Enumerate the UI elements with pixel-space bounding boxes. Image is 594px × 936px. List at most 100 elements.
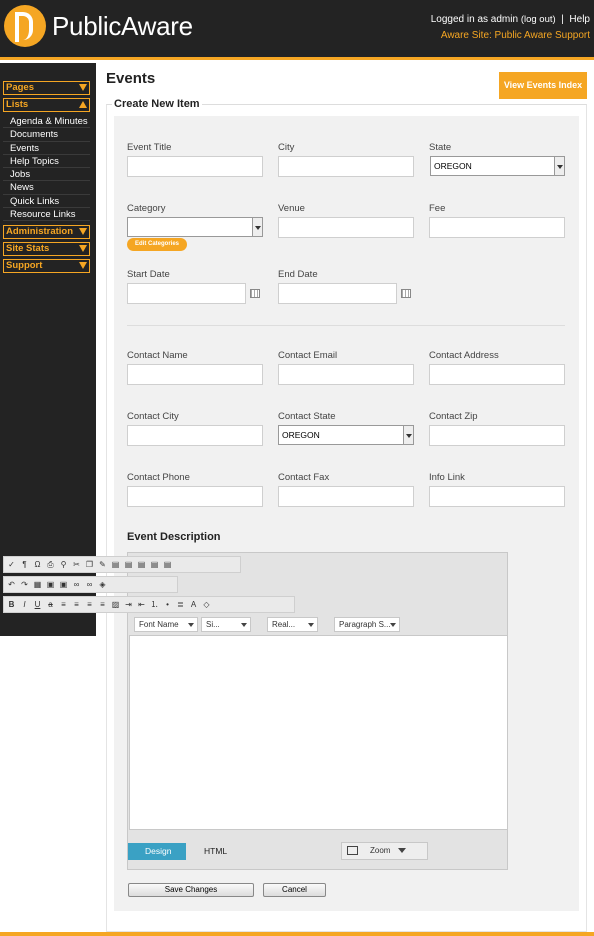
- align-center-icon[interactable]: ≡: [72, 600, 81, 609]
- contact-address-input[interactable]: [429, 364, 565, 385]
- info-link-input[interactable]: [429, 486, 565, 507]
- state-select[interactable]: OREGON: [430, 156, 565, 176]
- contact-zip-label: Contact Zip: [429, 411, 478, 422]
- calendar-icon[interactable]: [401, 289, 411, 298]
- city-input[interactable]: [278, 156, 414, 177]
- numbered-list-icon[interactable]: ⒈: [150, 600, 159, 609]
- cancel-button[interactable]: Cancel: [263, 883, 326, 897]
- contact-name-label: Contact Name: [127, 350, 188, 361]
- contact-phone-input[interactable]: [127, 486, 263, 507]
- flash-icon[interactable]: ◈: [98, 580, 107, 589]
- font-size-select[interactable]: Si...: [201, 617, 251, 632]
- align-justify-icon[interactable]: ≡: [98, 600, 107, 609]
- editor-toolbar-row-3: B I U a ≡ ≡ ≡ ≡ ▨ ⇥ ⇤ ⒈ • ≣ A ◇: [3, 596, 295, 613]
- footer-bar: [0, 932, 594, 936]
- copy-icon[interactable]: ❐: [85, 560, 94, 569]
- bullet-list-icon[interactable]: •: [163, 600, 172, 609]
- sidebar-item-events[interactable]: Events: [3, 142, 90, 155]
- sidebar-item-jobs[interactable]: Jobs: [3, 168, 90, 182]
- fee-input[interactable]: [429, 217, 565, 238]
- find-icon[interactable]: ⚲: [59, 560, 68, 569]
- sidebar-site-stats[interactable]: Site Stats: [3, 242, 90, 257]
- print-icon[interactable]: ⎙: [46, 560, 55, 569]
- html-mode-tab[interactable]: HTML: [191, 843, 227, 860]
- paste-word-icon[interactable]: ▤: [137, 560, 146, 569]
- sidebar-item-agenda[interactable]: Agenda & Minutes: [3, 115, 90, 129]
- logo-icon: [4, 5, 46, 47]
- sidebar-pages[interactable]: Pages: [3, 81, 90, 95]
- event-title-input[interactable]: [127, 156, 263, 177]
- sidebar-administration[interactable]: Administration: [3, 225, 90, 240]
- end-date-input[interactable]: [278, 283, 397, 304]
- align-left-icon[interactable]: ≡: [59, 600, 68, 609]
- edit-categories-button[interactable]: Edit Categories: [127, 238, 187, 251]
- real-font-size-select[interactable]: Real...: [267, 617, 318, 632]
- image-icon[interactable]: ▣: [46, 580, 55, 589]
- sidebar-support[interactable]: Support: [3, 259, 90, 274]
- paste-html-icon[interactable]: ▤: [150, 560, 159, 569]
- chevron-down-icon: [79, 262, 87, 270]
- format-painter-icon[interactable]: ✎: [98, 560, 107, 569]
- chevron-down-icon: [79, 228, 87, 236]
- undo-icon[interactable]: ↶: [7, 580, 16, 589]
- chevron-up-icon: [79, 101, 87, 108]
- redo-icon[interactable]: ↷: [20, 580, 29, 589]
- editor-content-area[interactable]: [129, 635, 508, 830]
- contact-email-input[interactable]: [278, 364, 414, 385]
- logout-link[interactable]: (log out): [521, 14, 556, 25]
- clear-format-icon[interactable]: ▨: [111, 600, 120, 609]
- italic-icon[interactable]: I: [20, 600, 29, 609]
- align-right-icon[interactable]: ≡: [85, 600, 94, 609]
- design-mode-tab[interactable]: Design: [128, 843, 186, 860]
- table-icon[interactable]: ▦: [33, 580, 42, 589]
- save-changes-button[interactable]: Save Changes: [128, 883, 254, 897]
- paste-special-icon[interactable]: ▤: [163, 560, 172, 569]
- highlight-icon[interactable]: ◇: [202, 600, 211, 609]
- paragraph-style-select[interactable]: Paragraph S...: [334, 617, 400, 632]
- event-title-label: Event Title: [127, 142, 172, 153]
- paste-text-icon[interactable]: ▤: [124, 560, 133, 569]
- contact-city-input[interactable]: [127, 425, 263, 446]
- chevron-down-icon: [398, 848, 406, 853]
- category-select[interactable]: [127, 217, 263, 237]
- help-link[interactable]: Help: [569, 14, 590, 25]
- indent-icon[interactable]: ⇥: [124, 600, 133, 609]
- zoom-select[interactable]: Zoom: [341, 842, 428, 860]
- sidebar-item-help-topics[interactable]: Help Topics: [3, 155, 90, 169]
- paste-icon[interactable]: ▤: [111, 560, 120, 569]
- contact-name-input[interactable]: [127, 364, 263, 385]
- strikethrough-icon[interactable]: a: [46, 600, 55, 609]
- sidebar-item-news[interactable]: News: [3, 181, 90, 195]
- spellcheck-icon[interactable]: ✓: [7, 560, 16, 569]
- sidebar-lists[interactable]: Lists: [3, 98, 90, 112]
- calendar-icon[interactable]: [250, 289, 260, 298]
- site-link[interactable]: Aware Site: Public Aware Support: [431, 28, 590, 44]
- contact-zip-input[interactable]: [429, 425, 565, 446]
- editor-toolbar-row-2: ↶ ↷ ▦ ▣ ▣ ∞ ∞ ◈: [3, 576, 178, 593]
- sidebar: Pages Lists Agenda & Minutes Documents E…: [0, 63, 96, 636]
- paragraph-icon[interactable]: ¶: [20, 560, 29, 569]
- contact-state-label: Contact State: [278, 411, 336, 422]
- contact-fax-input[interactable]: [278, 486, 414, 507]
- link-icon[interactable]: ∞: [72, 580, 81, 589]
- unlink-icon[interactable]: ∞: [85, 580, 94, 589]
- media-icon[interactable]: ▣: [59, 580, 68, 589]
- underline-icon[interactable]: U: [33, 600, 42, 609]
- contact-state-select[interactable]: OREGON: [278, 425, 414, 445]
- font-color-icon[interactable]: A: [189, 600, 198, 609]
- sidebar-item-documents[interactable]: Documents: [3, 128, 90, 142]
- sidebar-item-resource-links[interactable]: Resource Links: [3, 208, 90, 222]
- font-name-select[interactable]: Font Name: [134, 617, 198, 632]
- logo-text: PublicAware: [52, 10, 193, 41]
- sidebar-item-quick-links[interactable]: Quick Links: [3, 195, 90, 209]
- omega-icon[interactable]: Ω: [33, 560, 42, 569]
- view-events-index-button[interactable]: View Events Index: [499, 72, 587, 99]
- logo[interactable]: PublicAware: [4, 5, 193, 47]
- outdent-icon[interactable]: ⇤: [137, 600, 146, 609]
- paragraph-style-icon[interactable]: ≣: [176, 600, 185, 609]
- cut-icon[interactable]: ✂: [72, 560, 81, 569]
- bold-icon[interactable]: B: [7, 600, 16, 609]
- start-date-input[interactable]: [127, 283, 246, 304]
- start-date-label: Start Date: [127, 269, 170, 280]
- venue-input[interactable]: [278, 217, 414, 238]
